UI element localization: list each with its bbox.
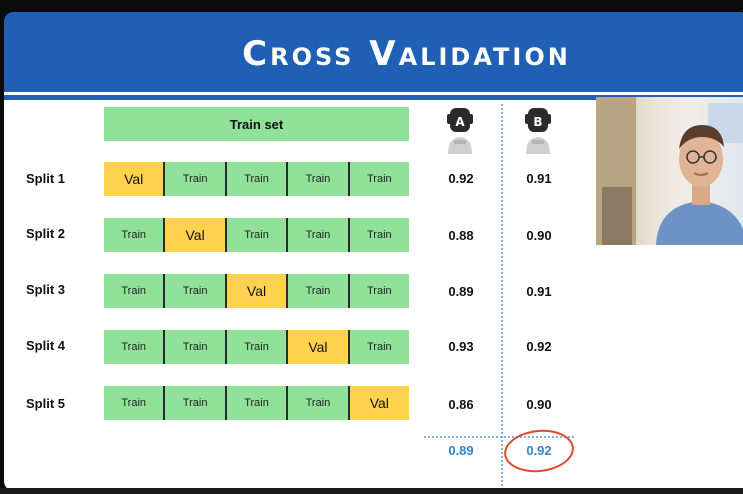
fold-cell: Train <box>226 330 289 364</box>
fold-cell: Val <box>165 218 227 252</box>
fold-cell: Train <box>226 162 289 196</box>
fold-cell: Train <box>165 274 227 308</box>
split-3-row: Train Train Val Train Train <box>104 274 410 308</box>
split-4-row: Train Train Train Val Train <box>104 330 410 364</box>
video-top-bar <box>0 0 743 10</box>
split-4-score-a: 0.93 <box>448 339 474 354</box>
split-4-label: Split 4 <box>26 338 66 353</box>
split-1-label: Split 1 <box>26 171 66 186</box>
split-3-score-a: 0.89 <box>448 284 474 299</box>
video-bottom-bar <box>0 488 743 494</box>
fold-cell: Train <box>349 218 410 252</box>
split-5-row: Train Train Train Train Val <box>104 386 410 420</box>
fold-cell: Val <box>288 330 350 364</box>
fold-cell: Train <box>104 274 166 308</box>
train-set-header: Train set <box>104 107 409 141</box>
fold-cell: Val <box>349 386 410 420</box>
split-1-score-b: 0.91 <box>526 171 552 186</box>
fold-cell: Train <box>288 386 350 420</box>
fold-cell: Train <box>104 386 166 420</box>
split-2-score-b: 0.90 <box>526 228 552 243</box>
fold-cell: Train <box>104 330 166 364</box>
average-score-a: 0.89 <box>448 443 474 458</box>
robot-b-icon: B <box>525 108 551 154</box>
split-2-row: Train Val Train Train Train <box>104 218 410 252</box>
robot-a-icon: A <box>447 108 473 154</box>
best-score-circle <box>501 426 577 476</box>
fold-cell: Train <box>288 274 350 308</box>
fold-cell: Train <box>288 218 350 252</box>
fold-cell: Train <box>165 330 227 364</box>
split-5-score-b: 0.90 <box>526 397 552 412</box>
fold-cell: Train <box>104 218 166 252</box>
slide: Cross Validation Train set A B Split 1 V… <box>4 12 743 491</box>
presenter-image <box>596 97 743 245</box>
split-5-label: Split 5 <box>26 396 66 411</box>
split-1-score-a: 0.92 <box>448 171 474 186</box>
split-4-score-b: 0.92 <box>526 339 552 354</box>
presenter-webcam <box>596 97 743 245</box>
fold-cell: Train <box>165 386 227 420</box>
fold-cell: Val <box>104 162 166 196</box>
fold-cell: Val <box>226 274 289 308</box>
fold-cell: Train <box>226 218 289 252</box>
fold-cell: Train <box>349 330 410 364</box>
model-a-letter: A <box>455 115 465 129</box>
split-1-row: Val Train Train Train Train <box>104 162 410 196</box>
split-2-label: Split 2 <box>26 226 66 241</box>
fold-cell: Train <box>349 162 410 196</box>
fold-cell: Train <box>349 274 410 308</box>
split-2-score-a: 0.88 <box>448 228 474 243</box>
fold-cell: Train <box>226 386 289 420</box>
fold-cell: Train <box>288 162 350 196</box>
model-b-letter: B <box>533 115 542 129</box>
split-3-label: Split 3 <box>26 282 66 297</box>
fold-cell: Train <box>165 162 227 196</box>
slide-title: Cross Validation <box>242 34 571 74</box>
column-divider <box>501 104 503 486</box>
title-banner: Cross Validation <box>4 12 743 95</box>
split-5-score-a: 0.86 <box>448 397 474 412</box>
split-3-score-b: 0.91 <box>526 284 552 299</box>
